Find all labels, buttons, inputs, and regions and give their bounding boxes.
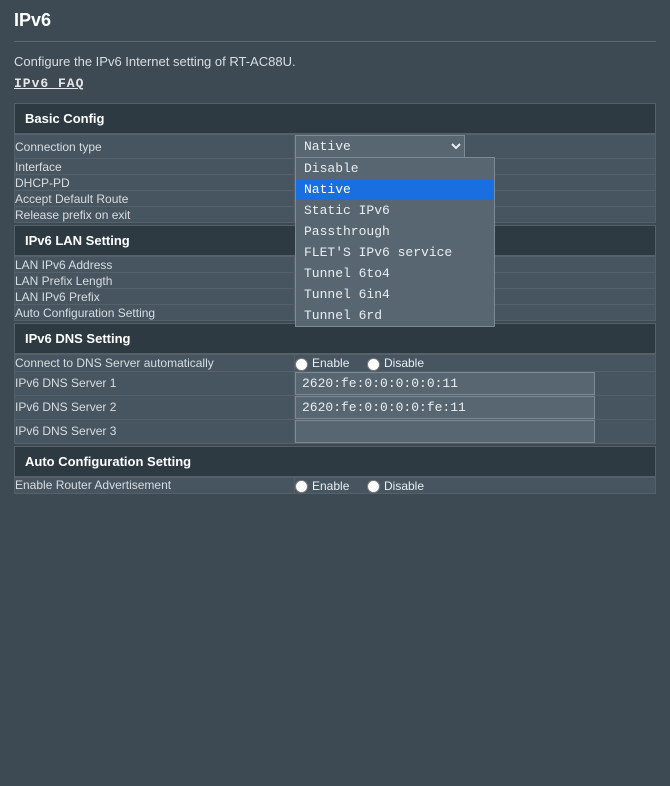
option-static-ipv6[interactable]: Static IPv6 [296, 200, 494, 221]
label-interface: Interface [15, 159, 295, 175]
label-dns3: IPv6 DNS Server 3 [15, 419, 295, 443]
option-6in4[interactable]: Tunnel 6in4 [296, 284, 494, 305]
dns2-input[interactable] [295, 396, 595, 419]
page-title: IPv6 [14, 10, 656, 31]
label-dns1: IPv6 DNS Server 1 [15, 371, 295, 395]
option-6rd[interactable]: Tunnel 6rd [296, 305, 494, 326]
dns-setting-table: Connect to DNS Server automatically Enab… [14, 354, 656, 443]
row-dns1: IPv6 DNS Server 1 [15, 371, 656, 395]
option-6to4[interactable]: Tunnel 6to4 [296, 263, 494, 284]
autoconf-table: Enable Router Advertisement Enable Disab… [14, 477, 656, 494]
section-header-autoconf: Auto Configuration Setting [14, 446, 656, 477]
dns3-input[interactable] [295, 420, 595, 443]
radio-dns-disable[interactable] [367, 358, 380, 371]
page-intro: Configure the IPv6 Internet setting of R… [14, 54, 656, 69]
connection-type-select[interactable]: Native [295, 135, 465, 158]
row-dns2: IPv6 DNS Server 2 [15, 395, 656, 419]
label-lan-prefix-len: LAN Prefix Length [15, 273, 295, 289]
radio-dns-enable[interactable] [295, 358, 308, 371]
basic-config-table: Connection type Native Disable Native St… [14, 134, 656, 223]
radio-dns-disable-label[interactable]: Disable [367, 356, 424, 370]
row-connection-type: Connection type Native Disable Native St… [15, 135, 656, 159]
row-dns3: IPv6 DNS Server 3 [15, 419, 656, 443]
label-lan-ipv6-prefix: LAN IPv6 Prefix [15, 289, 295, 305]
label-auto-conf: Auto Configuration Setting [15, 305, 295, 321]
radio-ra-enable-label[interactable]: Enable [295, 479, 349, 493]
radio-ra-disable[interactable] [367, 480, 380, 493]
connection-type-dropdown: Disable Native Static IPv6 Passthrough F… [295, 157, 495, 327]
dns1-input[interactable] [295, 372, 595, 395]
section-header-basic: Basic Config [14, 103, 656, 134]
label-dhcp-pd: DHCP-PD [15, 175, 295, 191]
ipv6-faq-link[interactable]: IPv6 FAQ [14, 76, 84, 91]
label-auto-dns: Connect to DNS Server automatically [15, 355, 295, 371]
label-lan-ipv6-addr: LAN IPv6 Address [15, 257, 295, 273]
label-release-prefix: Release prefix on exit [15, 207, 295, 223]
radio-ra-enable[interactable] [295, 480, 308, 493]
option-flets[interactable]: FLET'S IPv6 service [296, 242, 494, 263]
option-native[interactable]: Native [296, 179, 494, 200]
option-passthrough[interactable]: Passthrough [296, 221, 494, 242]
label-connection-type: Connection type [15, 135, 295, 159]
label-accept-default-route: Accept Default Route [15, 191, 295, 207]
divider [14, 41, 656, 42]
radio-dns-enable-label[interactable]: Enable [295, 356, 349, 370]
option-disable[interactable]: Disable [296, 158, 494, 179]
label-router-adv: Enable Router Advertisement [15, 477, 295, 493]
label-dns2: IPv6 DNS Server 2 [15, 395, 295, 419]
radio-ra-disable-label[interactable]: Disable [367, 479, 424, 493]
row-auto-dns: Connect to DNS Server automatically Enab… [15, 355, 656, 371]
row-router-adv: Enable Router Advertisement Enable Disab… [15, 477, 656, 493]
section-header-dns: IPv6 DNS Setting [14, 323, 656, 354]
